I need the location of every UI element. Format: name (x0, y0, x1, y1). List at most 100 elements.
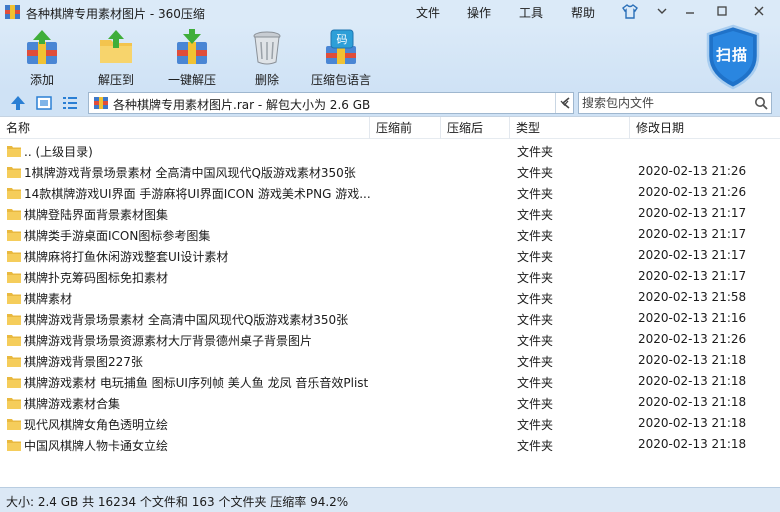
table-row[interactable]: 棋牌登陆界面背景素材图集 文件夹 2020-02-13 21:17 (0, 203, 780, 224)
table-row[interactable]: 棋牌游戏背景场景素材 全高清中国风现代Q版游戏素材350张 文件夹 2020-02-… (0, 308, 780, 329)
dropdown-chevron-icon[interactable] (651, 2, 673, 20)
table-row[interactable]: 现代风棋牌女角色透明立绘 文件夹 2020-02-13 21:18 (0, 413, 780, 434)
folder-icon (7, 188, 21, 199)
menu-operation[interactable]: 操作 (467, 4, 491, 21)
file-type: 文件夹 (517, 355, 554, 369)
table-row[interactable]: 1棋牌游戏背景场景素材 全高清中国风现代Q版游戏素材350张 文件夹 2020-02… (0, 161, 780, 182)
table-row[interactable]: 棋牌游戏素材合集 文件夹 2020-02-13 21:18 (0, 392, 780, 413)
thumbnail-view-icon[interactable] (36, 95, 52, 111)
file-name: 棋牌游戏背景图227张 (24, 355, 143, 369)
status-bar: 大小: 2.4 GB 共 16234 个文件和 163 个文件夹 压缩率 94.… (0, 487, 780, 512)
folder-icon (7, 230, 21, 241)
file-date: 2020-02-13 21:17 (638, 248, 747, 262)
one-click-extract-icon (177, 29, 207, 64)
scan-label[interactable]: 扫描 (716, 44, 748, 65)
archive-language-icon: 码 (326, 29, 356, 64)
file-type: 文件夹 (517, 187, 554, 201)
file-type: 文件夹 (517, 229, 554, 243)
folder-icon (7, 251, 21, 262)
file-date: 2020-02-13 21:18 (638, 416, 747, 430)
minimize-button[interactable] (679, 2, 701, 20)
close-button[interactable] (748, 2, 770, 20)
one-click-extract-button[interactable]: 一键解压 (165, 28, 219, 88)
file-type: 文件夹 (517, 418, 554, 432)
list-view-icon[interactable] (62, 95, 78, 111)
table-row[interactable]: 棋牌游戏背景场景资源素材大厅背景德州桌子背景图片 文件夹 2020-02-13 21… (0, 329, 780, 350)
table-row[interactable]: 棋牌扑克筹码图标免扣素材 文件夹 2020-02-13 21:17 (0, 266, 780, 287)
column-header-row: 名称 压缩前 压缩后 类型 修改日期 (0, 117, 780, 139)
file-name: 棋牌游戏背景场景资源素材大厅背景德州桌子背景图片 (24, 334, 313, 348)
search-icon[interactable] (754, 96, 768, 110)
file-list: 名称 压缩前 压缩后 类型 修改日期 .. (上级目录) 文件夹 1棋牌游戏背景场景… (0, 116, 780, 487)
folder-icon (7, 440, 21, 451)
folder-icon (7, 209, 21, 220)
file-name: 1棋牌游戏背景场景素材 全高清中国风现代Q版游戏素材350张 (24, 166, 356, 180)
column-type[interactable]: 类型 (510, 117, 630, 139)
file-date: 2020-02-13 21:16 (638, 311, 747, 325)
search-box[interactable] (578, 92, 772, 114)
back-button[interactable] (556, 92, 576, 114)
archive-icon (94, 97, 108, 109)
file-date: 2020-02-13 21:26 (638, 164, 747, 178)
archive-language-button[interactable]: 码 压缩包语言 (310, 28, 372, 88)
file-name: 棋牌类手游桌面ICON图标参考图集 (24, 229, 211, 243)
back-arrow-icon (561, 97, 570, 109)
table-row[interactable]: 中国风棋牌人物卡通女立绘 文件夹 2020-02-13 21:18 (0, 434, 780, 455)
table-row[interactable]: 14款棋牌游戏UI界面 手游麻将UI界面ICON 游戏美术PNG 游戏... 文件… (0, 182, 780, 203)
column-modified[interactable]: 修改日期 (630, 117, 780, 139)
file-date: 2020-02-13 21:17 (638, 206, 747, 220)
path-field[interactable]: 各种棋牌专用素材图片.rar - 解包大小为 2.6 GB (88, 92, 574, 114)
file-date: 2020-02-13 21:18 (638, 395, 747, 409)
file-name: 14款棋牌游戏UI界面 手游麻将UI界面ICON 游戏美术PNG 游戏... (24, 187, 370, 201)
table-row[interactable]: 棋牌素材 文件夹 2020-02-13 21:58 (0, 287, 780, 308)
file-date: 2020-02-13 21:18 (638, 437, 747, 451)
folder-icon (7, 398, 21, 409)
window-title: 各种棋牌专用素材图片 - 360压缩 (26, 7, 205, 21)
file-type: 文件夹 (517, 166, 554, 180)
file-date: 2020-02-13 21:58 (638, 290, 747, 304)
status-text: 大小: 2.4 GB 共 16234 个文件和 163 个文件夹 压缩率 94.… (6, 495, 349, 509)
file-name: 棋牌游戏素材 电玩捕鱼 图标UI序列帧 美人鱼 龙凤 音乐音效Plist (24, 376, 369, 390)
column-name[interactable]: 名称 (0, 117, 370, 139)
file-name: 中国风棋牌人物卡通女立绘 (24, 439, 169, 453)
file-name: 棋牌游戏素材合集 (24, 397, 121, 411)
file-name: 棋牌麻将打鱼休闲游戏整套UI设计素材 (24, 250, 229, 264)
file-type: 文件夹 (517, 208, 554, 222)
table-row[interactable]: 棋牌类手游桌面ICON图标参考图集 文件夹 2020-02-13 21:17 (0, 224, 780, 245)
delete-button[interactable]: 删除 (247, 28, 287, 88)
column-compressed[interactable]: 压缩前 (370, 117, 441, 139)
file-name: 棋牌游戏背景场景素材 全高清中国风现代Q版游戏素材350张 (24, 313, 349, 327)
file-type: 文件夹 (517, 397, 554, 411)
up-arrow-icon[interactable] (10, 95, 26, 111)
file-type: 文件夹 (517, 376, 554, 390)
folder-icon (7, 293, 21, 304)
folder-icon (7, 377, 21, 388)
table-row[interactable]: 棋牌麻将打鱼休闲游戏整套UI设计素材 文件夹 2020-02-13 21:17 (0, 245, 780, 266)
archive-path-text: 各种棋牌专用素材图片.rar - 解包大小为 2.6 GB (113, 98, 371, 112)
folder-icon (7, 167, 21, 178)
file-type: 文件夹 (517, 145, 554, 159)
folder-icon (7, 356, 21, 367)
menu-help[interactable]: 帮助 (571, 4, 595, 21)
file-type: 文件夹 (517, 271, 554, 285)
file-date: 2020-02-13 21:17 (638, 269, 747, 283)
search-input[interactable] (582, 95, 750, 111)
maximize-button[interactable] (711, 2, 733, 20)
add-button[interactable]: 添加 (22, 28, 62, 88)
column-after[interactable]: 压缩后 (441, 117, 510, 139)
extract-to-button[interactable]: 解压到 (96, 28, 136, 88)
file-type: 文件夹 (517, 334, 554, 348)
app-archive-icon (5, 5, 20, 19)
extract-folder-icon (100, 30, 132, 63)
file-date: 2020-02-13 21:18 (638, 353, 747, 367)
menu-file[interactable]: 文件 (416, 4, 440, 21)
file-date: 2020-02-13 21:26 (638, 332, 747, 346)
menu-tools[interactable]: 工具 (519, 4, 543, 21)
table-row[interactable]: .. (上级目录) 文件夹 (0, 140, 780, 161)
file-name: 现代风棋牌女角色透明立绘 (24, 418, 169, 432)
table-row[interactable]: 棋牌游戏背景图227张 文件夹 2020-02-13 21:18 (0, 350, 780, 371)
table-row[interactable]: 棋牌游戏素材 电玩捕鱼 图标UI序列帧 美人鱼 龙凤 音乐音效Plist 文件夹 2… (0, 371, 780, 392)
address-bar: 各种棋牌专用素材图片.rar - 解包大小为 2.6 GB (0, 90, 780, 116)
file-date: 2020-02-13 21:18 (638, 374, 747, 388)
skin-shirt-icon[interactable] (622, 4, 638, 19)
